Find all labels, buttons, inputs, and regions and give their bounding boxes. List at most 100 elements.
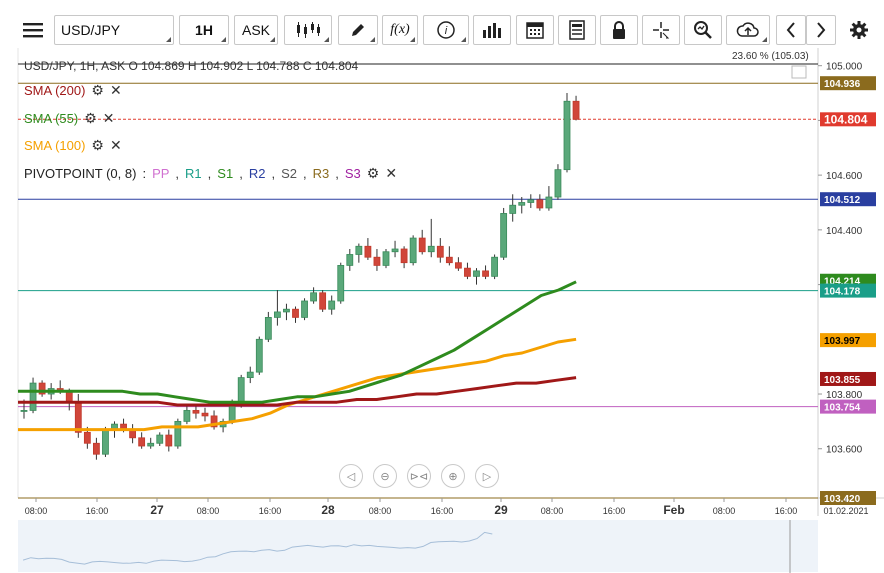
pan-right-button[interactable]: ▷: [475, 464, 499, 488]
reset-view-button[interactable]: ⊳⊲: [407, 464, 431, 488]
chart-area[interactable]: 105.000104.800104.600104.400104.200103.8…: [0, 48, 884, 573]
price-label: 104.512: [824, 195, 861, 206]
pivot-s1: S1: [217, 166, 234, 181]
scroll-left-button[interactable]: [776, 15, 806, 45]
price-label: 103.754: [824, 403, 861, 414]
candle-body: [391, 248, 399, 253]
sma100-label: SMA (100): [24, 138, 86, 153]
candle-body: [93, 442, 100, 455]
ohlc-readout: USD/JPY, 1H, ASK O 104.869 H 104.902 L 1…: [24, 59, 359, 73]
x-tick-label: 16:00: [431, 506, 454, 516]
calendar-button[interactable]: [516, 15, 554, 45]
upload-button[interactable]: [726, 15, 770, 45]
zoom-in-button[interactable]: ⊕: [441, 464, 465, 488]
candle-body: [464, 267, 471, 277]
crosshair-button[interactable]: [642, 15, 680, 45]
candle-body: [527, 199, 535, 203]
close-icon[interactable]: ✕: [103, 110, 115, 127]
document-icon: [569, 20, 585, 40]
price-label: 104.936: [824, 79, 861, 90]
bar-chart-icon: [483, 23, 501, 38]
candle-body: [491, 256, 499, 277]
price-type-label: ASK: [241, 22, 270, 38]
price-type-selector[interactable]: ASK: [234, 15, 278, 45]
price-label: 104.178: [824, 287, 861, 298]
maximize-icon: [791, 65, 807, 79]
x-tick-label: 08:00: [197, 506, 220, 516]
candle-body: [138, 437, 146, 447]
menu-button[interactable]: [18, 15, 48, 45]
candle-body: [418, 237, 426, 253]
close-icon[interactable]: ✕: [110, 82, 122, 99]
candle-body: [563, 100, 571, 171]
x-tick-label: 01.02.2021: [823, 506, 868, 516]
close-icon[interactable]: ✕: [385, 165, 397, 182]
legend-sma100[interactable]: SMA (100) ⚙ ✕: [24, 137, 122, 154]
candle-body: [554, 169, 562, 198]
gear-icon[interactable]: ⚙: [91, 82, 104, 99]
candle-body: [436, 245, 444, 258]
lock-button[interactable]: [600, 15, 638, 45]
legend-sma55[interactable]: SMA (55) ⚙ ✕: [24, 110, 114, 127]
pan-left-button[interactable]: ◁: [339, 464, 363, 488]
pivot-r1: R1: [185, 166, 202, 181]
pencil-icon: [352, 24, 364, 36]
candle-body: [355, 245, 363, 255]
calendar-icon: [526, 22, 544, 39]
candle-body: [292, 308, 299, 318]
candle-body: [473, 270, 480, 277]
candle-body: [373, 256, 381, 266]
candle-body: [572, 100, 580, 120]
candle-body: [427, 245, 435, 253]
scroll-right-button[interactable]: [806, 15, 836, 45]
info-button[interactable]: i: [423, 15, 469, 45]
volume-button[interactable]: [473, 15, 511, 45]
pivot-s2: S2: [281, 166, 297, 181]
candle-body: [29, 382, 37, 411]
candle-body: [264, 317, 272, 340]
toolbar: USD/JPY 1H ASK f(x) i: [0, 0, 884, 48]
symbol-selector[interactable]: USD/JPY: [54, 15, 174, 45]
gear-icon[interactable]: ⚙: [84, 110, 97, 127]
y-tick-label: 104.600: [826, 171, 863, 182]
x-tick-label: 08:00: [25, 506, 48, 516]
pivot-label: PIVOTPOINT (0, 8): [24, 166, 137, 181]
x-tick-label: 08:00: [713, 506, 736, 516]
settings-button[interactable]: [844, 15, 874, 45]
legend-sma200[interactable]: SMA (200) ⚙ ✕: [24, 82, 122, 99]
candle-body: [319, 292, 327, 310]
candle-body: [65, 390, 73, 403]
fib-level-label: 23.60 % (105.03): [732, 51, 809, 62]
candle-body: [346, 254, 354, 266]
candle-body: [310, 292, 318, 302]
candle-body: [382, 251, 390, 266]
symbol-label: USD/JPY: [61, 22, 121, 38]
sma55-label: SMA (55): [24, 111, 79, 126]
draw-tool-button[interactable]: [338, 15, 378, 45]
gear-icon[interactable]: ⚙: [367, 165, 380, 182]
crosshair-icon: [653, 22, 670, 39]
zoom-out-button[interactable]: ⊖: [373, 464, 397, 488]
price-label: 103.997: [824, 336, 861, 347]
template-button[interactable]: [558, 15, 596, 45]
cloud-upload-icon: [736, 22, 759, 37]
chart-type-button[interactable]: [284, 15, 332, 45]
candle-body: [273, 311, 281, 318]
gear-icon[interactable]: ⚙: [91, 137, 104, 154]
close-icon[interactable]: ✕: [110, 137, 122, 154]
legend-pivot[interactable]: PIVOTPOINT (0, 8) : PP, R1, S1, R2, S2, …: [24, 165, 397, 182]
interval-selector[interactable]: 1H: [179, 15, 229, 45]
zoom-button[interactable]: [684, 15, 722, 45]
candle-body: [192, 410, 200, 414]
x-tick-label: 28: [321, 503, 335, 517]
indicators-button[interactable]: f(x): [382, 15, 418, 45]
y-tick-label: 105.000: [826, 62, 863, 73]
price-label: 104.804: [824, 112, 868, 126]
candle-body: [83, 431, 91, 444]
candle-body: [301, 300, 308, 318]
function-icon: f(x): [390, 22, 410, 37]
price-chart[interactable]: 105.000104.800104.600104.400104.200103.8…: [0, 48, 884, 573]
candle-body: [147, 442, 155, 447]
candle-body: [445, 256, 453, 264]
candle-body: [500, 213, 508, 258]
